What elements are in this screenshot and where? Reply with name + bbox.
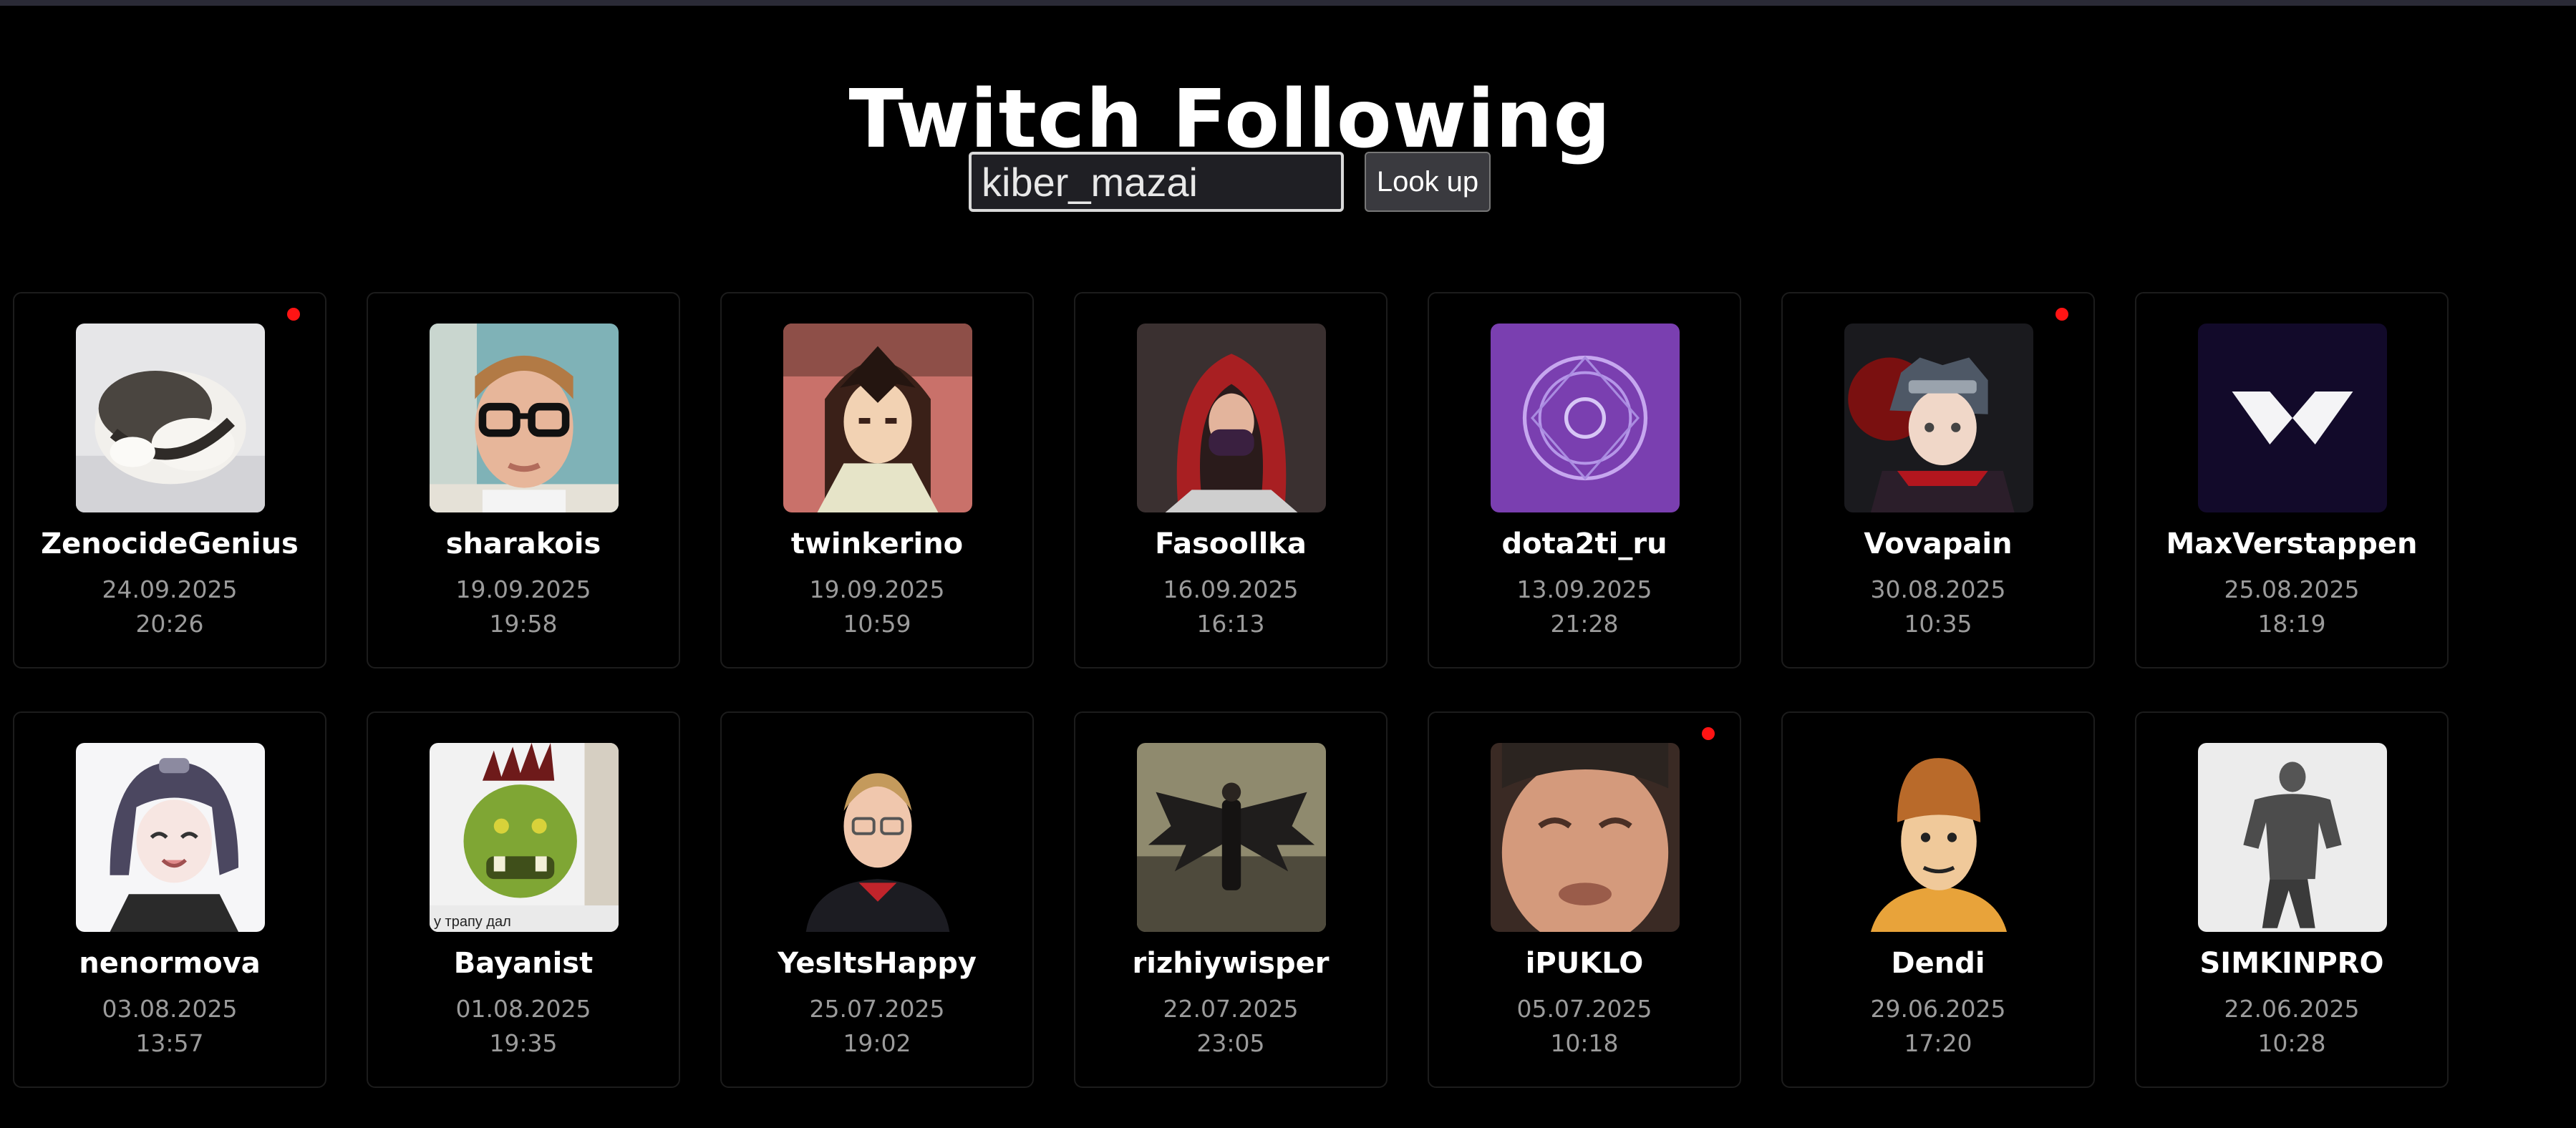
follow-date: 19.09.2025 (455, 575, 591, 603)
purple-emblem-avatar[interactable] (1491, 324, 1680, 512)
orc-avatar[interactable]: у трапу дал (430, 743, 619, 932)
grimace-face-avatar[interactable] (1491, 743, 1680, 932)
live-indicator-dot (1702, 727, 1715, 740)
channel-name[interactable]: SIMKINPRO (2136, 943, 2447, 983)
dark-angel-avatar[interactable] (1137, 743, 1326, 932)
window-top-bar (0, 0, 2576, 6)
follow-date: 30.08.2025 (1870, 575, 2006, 603)
channel-card[interactable]: Fasoollka 16.09.2025 16:13 (1074, 292, 1388, 668)
bodybuilder-avatar[interactable] (2198, 743, 2387, 932)
follow-date: 03.08.2025 (102, 995, 238, 1023)
look-up-button[interactable]: Look up (1365, 152, 1491, 212)
username-input[interactable] (969, 152, 1344, 212)
channel-card[interactable]: iPUKLO 05.07.2025 10:18 (1428, 711, 1741, 1088)
channel-card[interactable]: YesItsHappy 25.07.2025 19:02 (720, 711, 1034, 1088)
channel-name[interactable]: twinkerino (722, 524, 1032, 564)
anime-girl-avatar[interactable] (76, 743, 265, 932)
avatar-caption: у трапу дал (434, 914, 511, 930)
channel-name[interactable]: nenormova (14, 943, 325, 983)
follow-date: 22.07.2025 (1163, 995, 1299, 1023)
channel-card[interactable]: SIMKINPRO 22.06.2025 10:28 (2135, 711, 2449, 1088)
follow-time: 19:02 (843, 1029, 911, 1057)
young-man-avatar[interactable] (783, 743, 972, 932)
channel-name[interactable]: rizhiywisper (1075, 943, 1386, 983)
follow-date: 13.09.2025 (1516, 575, 1652, 603)
channel-name[interactable]: ZenocideGenius (14, 524, 325, 564)
follow-date: 01.08.2025 (455, 995, 591, 1023)
channel-card[interactable]: Vovapain 30.08.2025 10:35 (1781, 292, 2095, 668)
channel-card[interactable]: rizhiywisper 22.07.2025 23:05 (1074, 711, 1388, 1088)
follow-time: 16:13 (1196, 610, 1265, 638)
follow-time: 10:18 (1550, 1029, 1619, 1057)
follow-date: 05.07.2025 (1516, 995, 1652, 1023)
channel-card[interactable]: sharakois 19.09.2025 19:58 (367, 292, 680, 668)
ninja-avatar[interactable] (1844, 324, 2033, 512)
channel-card[interactable]: MaxVerstappen 25.08.2025 18:19 (2135, 292, 2449, 668)
channel-name[interactable]: Vovapain (1783, 524, 2093, 564)
follow-time: 10:28 (2257, 1029, 2326, 1057)
follow-time: 17:20 (1904, 1029, 1972, 1057)
follow-date: 24.09.2025 (102, 575, 238, 603)
follow-time: 13:57 (135, 1029, 204, 1057)
channel-card[interactable]: у трапу дал Bayanist 01.08.2025 19:35 (367, 711, 680, 1088)
channel-card[interactable]: twinkerino 19.09.2025 10:59 (720, 292, 1034, 668)
channel-card[interactable]: dota2ti_ru 13.09.2025 21:28 (1428, 292, 1741, 668)
follow-time: 10:59 (843, 610, 911, 638)
channel-name[interactable]: Dendi (1783, 943, 2093, 983)
channel-name[interactable]: sharakois (368, 524, 679, 564)
channel-card[interactable]: nenormova 03.08.2025 13:57 (13, 711, 326, 1088)
mv-logo-avatar[interactable] (2198, 324, 2387, 512)
follow-date: 22.06.2025 (2224, 995, 2360, 1023)
channel-name[interactable]: MaxVerstappen (2136, 524, 2447, 564)
follow-date: 29.06.2025 (1870, 995, 2006, 1023)
follow-time: 10:35 (1904, 610, 1972, 638)
follow-time: 21:28 (1550, 610, 1619, 638)
channel-name[interactable]: dota2ti_ru (1429, 524, 1740, 564)
cartoon-dendi-avatar[interactable] (1844, 743, 2033, 932)
cat-avatar[interactable] (76, 324, 265, 512)
follow-time: 18:19 (2257, 610, 2326, 638)
follow-time: 20:26 (135, 610, 204, 638)
follow-date: 25.07.2025 (809, 995, 945, 1023)
live-indicator-dot (287, 308, 300, 321)
follow-time: 23:05 (1196, 1029, 1265, 1057)
channel-name[interactable]: Fasoollka (1075, 524, 1386, 564)
live-indicator-dot (2056, 308, 2068, 321)
channel-name[interactable]: YesItsHappy (722, 943, 1032, 983)
red-hood-avatar[interactable] (1137, 324, 1326, 512)
anime-longhair-avatar[interactable] (783, 324, 972, 512)
channel-name[interactable]: Bayanist (368, 943, 679, 983)
channel-card[interactable]: ZenocideGenius 24.09.2025 20:26 (13, 292, 326, 668)
channel-name[interactable]: iPUKLO (1429, 943, 1740, 983)
follow-time: 19:58 (489, 610, 558, 638)
follow-time: 19:35 (489, 1029, 558, 1057)
glasses-man-avatar[interactable] (430, 324, 619, 512)
channel-card[interactable]: Dendi 29.06.2025 17:20 (1781, 711, 2095, 1088)
follow-date: 25.08.2025 (2224, 575, 2360, 603)
follow-date: 16.09.2025 (1163, 575, 1299, 603)
follow-date: 19.09.2025 (809, 575, 945, 603)
